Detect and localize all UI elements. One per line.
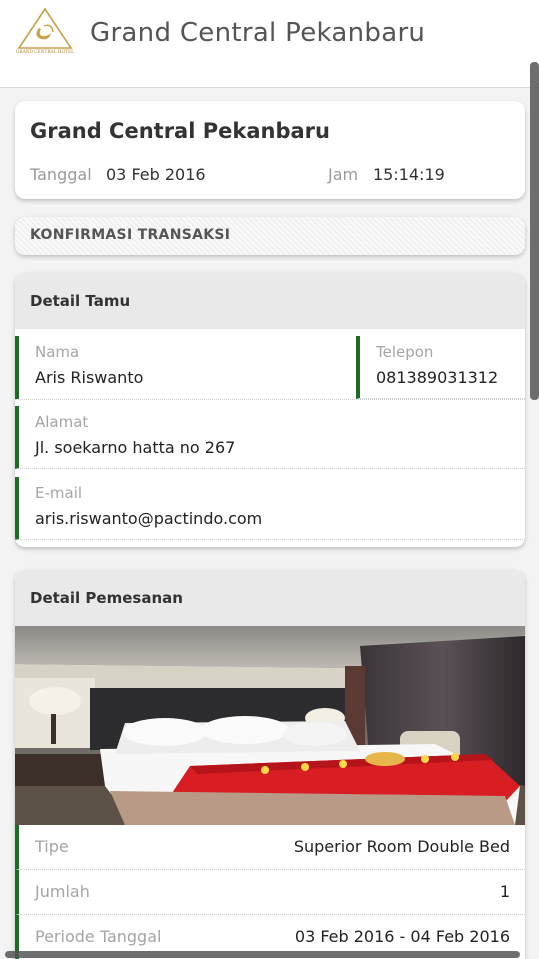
address-field: Alamat Jl. soekarno hatta no 267 (15, 406, 525, 469)
order-row-type: Tipe Superior Room Double Bed (15, 825, 525, 870)
quantity-value: 1 (499, 882, 510, 901)
hotel-logo: GRAND CENTRAL HOTEL (11, 6, 79, 56)
guest-detail-card: Detail Tamu Nama Aris Riswanto Telepon 0… (15, 273, 525, 547)
divider (15, 399, 525, 400)
horizontal-scrollbar[interactable] (5, 951, 520, 958)
address-label: Alamat (35, 413, 89, 431)
content-area[interactable]: Grand Central Pekanbaru Tanggal 03 Feb 2… (0, 89, 539, 959)
date-label: Tanggal (30, 165, 92, 184)
name-field: Nama Aris Riswanto (15, 336, 356, 399)
guest-section-title: Detail Tamu (30, 292, 131, 310)
name-value: Aris Riswanto (35, 368, 144, 387)
guest-section-header: Detail Tamu (15, 273, 525, 329)
address-value: Jl. soekarno hatta no 267 (35, 438, 236, 457)
hotel-info-card: Grand Central Pekanbaru Tanggal 03 Feb 2… (15, 101, 525, 199)
order-detail-card: Detail Pemesanan Tipe Superior Room Doub… (15, 570, 525, 959)
email-field: E-mail aris.riswanto@pactindo.com (15, 477, 525, 540)
type-label: Tipe (35, 837, 69, 856)
name-label: Nama (35, 343, 80, 361)
type-value: Superior Room Double Bed (293, 837, 510, 856)
room-photo (15, 626, 525, 825)
period-label: Periode Tanggal (35, 927, 162, 946)
order-section-title: Detail Pemesanan (30, 589, 183, 607)
phone-label: Telepon (376, 343, 434, 361)
email-value: aris.riswanto@pactindo.com (35, 509, 263, 528)
svg-text:GRAND CENTRAL HOTEL: GRAND CENTRAL HOTEL (16, 50, 74, 55)
phone-value: 081389031312 (376, 368, 499, 387)
quantity-label: Jumlah (35, 882, 90, 901)
vertical-scrollbar[interactable] (530, 62, 539, 400)
time-label: Jam (328, 165, 359, 184)
confirmation-label: KONFIRMASI TRANSAKSI (30, 227, 231, 243)
app-bar: GRAND CENTRAL HOTEL Grand Central Pekanb… (0, 0, 539, 88)
email-label: E-mail (35, 484, 83, 502)
confirmation-banner: KONFIRMASI TRANSAKSI (15, 217, 525, 255)
phone-field: Telepon 081389031312 (356, 336, 525, 399)
time-value: 15:14:19 (373, 165, 445, 184)
hotel-name: Grand Central Pekanbaru (30, 119, 330, 143)
date-value: 03 Feb 2016 (106, 165, 206, 184)
order-row-quantity: Jumlah 1 (15, 870, 525, 915)
order-section-header: Detail Pemesanan (15, 570, 525, 626)
app-title: Grand Central Pekanbaru (90, 18, 426, 48)
period-value: 03 Feb 2016 - 04 Feb 2016 (294, 927, 510, 946)
